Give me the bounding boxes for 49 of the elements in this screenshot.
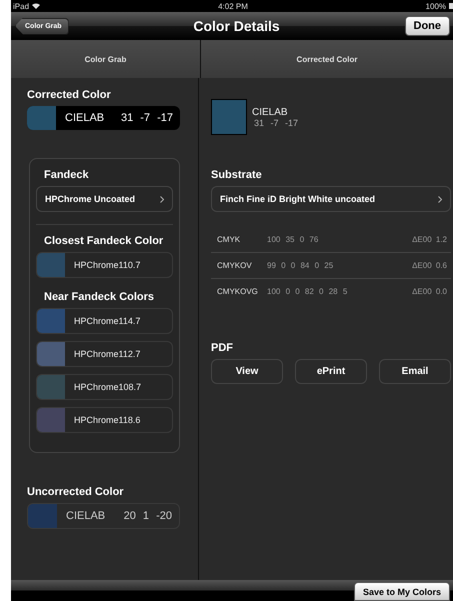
column-header: Corrected Color <box>296 54 358 66</box>
separation-name: CMYKOV <box>216 261 253 270</box>
nav-title: Color Details <box>192 18 281 34</box>
delta-e-value: ΔE00 1.2 <box>412 235 448 244</box>
section-label: Near Fandeck Colors <box>44 291 156 303</box>
section-label: Substrate <box>211 169 263 181</box>
separation-name: CMYK <box>216 235 242 244</box>
fandeck-color-item[interactable]: HPChrome110.7 <box>36 252 173 278</box>
substrate-selector[interactable]: Finch Fine iD Bright White uncoated <box>211 186 451 212</box>
section-label: Uncorrected Color <box>27 486 125 498</box>
done-button[interactable]: Done <box>404 16 450 36</box>
fandeck-color-name: HPChrome118.6 <box>73 415 140 425</box>
status-time: 4:02 PM <box>218 2 248 10</box>
fandeck-color-name: HPChrome110.7 <box>73 260 140 270</box>
chevron-icon <box>160 196 164 202</box>
chevron-icon <box>438 196 442 202</box>
pdf-button[interactable]: Email <box>379 359 451 384</box>
battery-percent: 100% <box>426 2 446 10</box>
section-label: Closest Fandeck Color <box>44 235 164 247</box>
pdf-button[interactable]: ePrint <box>295 359 367 384</box>
lab-values: 31 -7 -17 <box>253 118 298 128</box>
separation-values: 99 0 0 84 0 25 <box>267 261 334 270</box>
column-header: Color Grab <box>11 40 201 78</box>
section-label: Fandeck <box>44 169 90 181</box>
separation-name: CMYKOVG <box>216 287 259 296</box>
fandeck-color-name: HPChrome114.7 <box>73 316 140 326</box>
section-label: Corrected Color <box>27 89 112 101</box>
fandeck-color-name: HPChrome108.7 <box>73 382 142 392</box>
fandeck-selector[interactable]: HPChrome Uncoated <box>36 186 173 212</box>
fandeck-color-item[interactable]: HPChrome108.7 <box>36 374 173 400</box>
lab-values: 20 1 -20 <box>124 510 173 522</box>
color-space-label: CIELAB <box>65 510 106 522</box>
lab-values: 31 -7 -17 <box>120 112 174 124</box>
fandeck-color-item[interactable]: HPChrome118.6 <box>36 407 173 433</box>
color-space-label: CIELAB <box>64 112 106 124</box>
pdf-button[interactable]: View <box>211 359 283 384</box>
device-label: iPad <box>13 2 30 10</box>
wifi-icon <box>32 3 40 9</box>
fandeck-color-item[interactable]: HPChrome114.7 <box>36 308 173 334</box>
delta-e-value: ΔE00 0.6 <box>412 261 448 270</box>
separation-values: 100 0 0 82 0 28 5 <box>267 287 348 296</box>
battery-icon <box>449 3 453 9</box>
save-button[interactable]: Save to My Colors <box>354 582 450 601</box>
fandeck-color-item[interactable]: HPChrome112.7 <box>36 341 173 367</box>
section-label: PDF <box>211 342 234 354</box>
delta-e-value: ΔE00 0.0 <box>412 287 448 296</box>
fandeck-color-name: HPChrome112.7 <box>73 349 140 359</box>
separation-values: 100 35 0 76 <box>267 235 320 244</box>
color-space-label: CIELAB <box>252 106 289 118</box>
